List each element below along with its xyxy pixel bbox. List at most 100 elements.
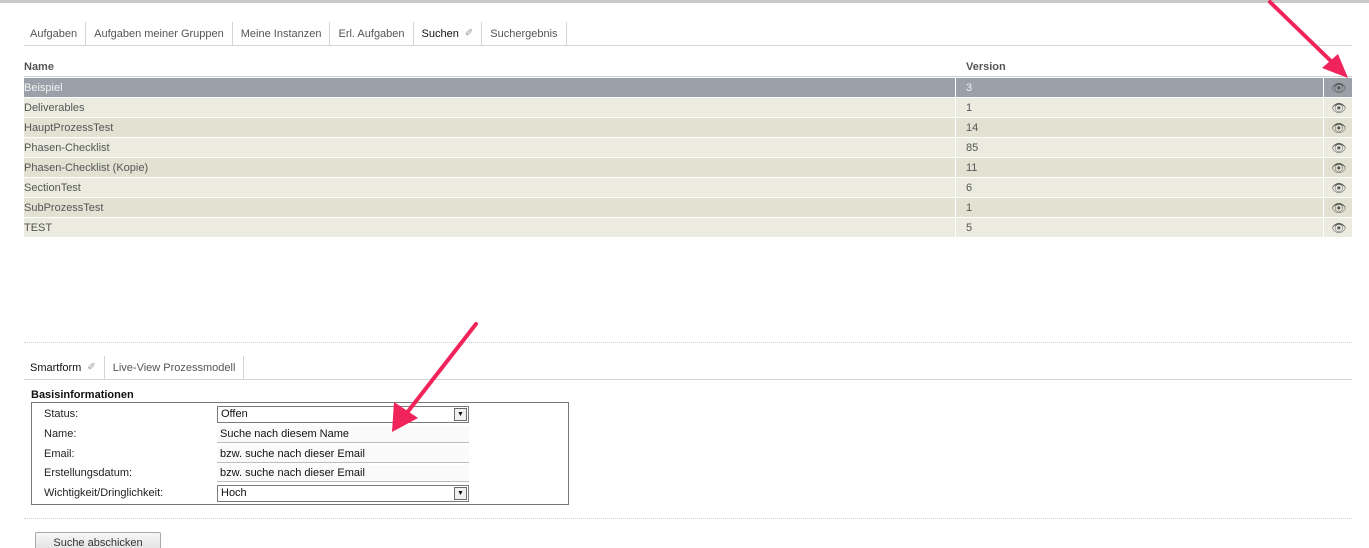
table-body: Beispiel 3 👁 Deliverables 1 👁 HauptProze… xyxy=(24,77,1352,237)
tab-aufgaben-gruppen[interactable]: Aufgaben meiner Gruppen xyxy=(86,22,233,45)
form-row-status: Status: Offen ▼ xyxy=(32,405,568,423)
tab-label: Meine Instanzen xyxy=(240,27,322,40)
cell-name: HauptProzessTest xyxy=(24,118,956,137)
row-name: Phasen-Checklist (Kopie) xyxy=(24,161,149,174)
cell-name: Beispiel xyxy=(24,78,956,97)
table-row[interactable]: SectionTest 6 👁 xyxy=(24,177,1352,197)
tab-meine-instanzen[interactable]: Meine Instanzen xyxy=(233,22,331,45)
top-rule xyxy=(0,0,1369,3)
tab-label: Live-View Prozessmodell xyxy=(112,361,236,374)
tab-erl-aufgaben[interactable]: Erl. Aufgaben xyxy=(330,22,414,45)
binoculars-icon[interactable]: 👁 xyxy=(1331,221,1346,235)
date-value: bzw. suche nach dieser Email xyxy=(220,466,365,479)
cell-action: 👁 xyxy=(1324,158,1352,177)
cell-version: 85 xyxy=(956,138,1324,157)
submit-search-button[interactable]: Suche abschicken xyxy=(35,532,161,548)
email-label: Email: xyxy=(44,448,75,460)
date-input[interactable]: bzw. suche nach dieser Email xyxy=(217,464,469,482)
tab-label: Aufgaben meiner Gruppen xyxy=(94,27,224,40)
pin-icon[interactable]: ✐ xyxy=(87,362,95,373)
binoculars-icon[interactable]: 👁 xyxy=(1331,101,1346,115)
binoculars-icon[interactable]: 👁 xyxy=(1331,161,1346,175)
tab-label: Erl. Aufgaben xyxy=(338,27,405,40)
cell-action: 👁 xyxy=(1324,218,1352,237)
cell-version: 11 xyxy=(956,158,1324,177)
row-name: Beispiel xyxy=(24,81,63,94)
tab-suchen[interactable]: Suchen ✐ xyxy=(413,22,483,45)
cell-action: 👁 xyxy=(1324,198,1352,217)
email-input[interactable]: bzw. suche nach dieser Email xyxy=(217,445,469,463)
cell-name: Phasen-Checklist (Kopie) xyxy=(24,158,956,177)
tab-smartform[interactable]: Smartform ✐ xyxy=(24,356,105,379)
smartform-tab-bar: Smartform ✐ Live-View Prozessmodell xyxy=(24,356,1352,380)
priority-label: Wichtigkeit/Dringlichkeit: xyxy=(44,487,164,499)
binoculars-icon[interactable]: 👁 xyxy=(1331,141,1346,155)
cell-version: 14 xyxy=(956,118,1324,137)
section-divider xyxy=(24,342,1352,343)
table-row[interactable]: HauptProzessTest 14 👁 xyxy=(24,117,1352,137)
priority-value: Hoch xyxy=(221,487,247,499)
status-value: Offen xyxy=(221,408,248,420)
email-value: bzw. suche nach dieser Email xyxy=(220,447,365,460)
row-name: Phasen-Checklist xyxy=(24,141,110,154)
tab-label: Smartform xyxy=(30,361,82,374)
form-row-date: Erstellungsdatum: bzw. suche nach dieser… xyxy=(32,464,568,482)
section-divider xyxy=(24,518,1352,519)
cell-version: 6 xyxy=(956,178,1324,197)
top-tab-bar: Aufgaben Aufgaben meiner Gruppen Meine I… xyxy=(24,22,1352,46)
tab-live-view[interactable]: Live-View Prozessmodell xyxy=(105,356,245,379)
cell-action: 👁 xyxy=(1324,178,1352,197)
cell-action: 👁 xyxy=(1324,138,1352,157)
cell-version: 1 xyxy=(956,198,1324,217)
cell-action: 👁 xyxy=(1324,98,1352,117)
cell-version: 5 xyxy=(956,218,1324,237)
table-row[interactable]: SubProzessTest 1 👁 xyxy=(24,197,1352,217)
name-value: Suche nach diesem Name xyxy=(220,427,350,440)
form-row-email: Email: bzw. suche nach dieser Email xyxy=(32,445,568,463)
table-row[interactable]: Phasen-Checklist (Kopie) 11 👁 xyxy=(24,157,1352,177)
cell-version: 1 xyxy=(956,98,1324,117)
table-row[interactable]: Deliverables 1 👁 xyxy=(24,97,1352,117)
table-header: Name Version xyxy=(24,58,1352,77)
tab-label: Suchergebnis xyxy=(490,27,558,40)
section-title: Basisinformationen xyxy=(31,389,134,401)
chevron-down-icon[interactable]: ▼ xyxy=(454,407,467,421)
binoculars-icon[interactable]: 👁 xyxy=(1331,201,1346,215)
tab-label: Suchen xyxy=(421,27,459,40)
priority-select[interactable]: Hoch ▼ xyxy=(217,484,469,502)
table-row[interactable]: TEST 5 👁 xyxy=(24,217,1352,237)
tab-label: Aufgaben xyxy=(30,27,78,40)
results-table: Name Version Beispiel 3 👁 Deliverables 1… xyxy=(24,58,1352,237)
binoculars-icon[interactable]: 👁 xyxy=(1331,121,1346,135)
cell-name: TEST xyxy=(24,218,956,237)
row-name: Deliverables xyxy=(24,101,85,114)
cell-name: SectionTest xyxy=(24,178,956,197)
binoculars-icon[interactable]: 👁 xyxy=(1331,81,1346,95)
column-header-name[interactable]: Name xyxy=(24,61,956,73)
pin-icon[interactable]: ✐ xyxy=(465,28,473,39)
name-input[interactable]: Suche nach diesem Name xyxy=(217,425,469,443)
cell-name: Phasen-Checklist xyxy=(24,138,956,157)
table-row[interactable]: Beispiel 3 👁 xyxy=(24,77,1352,97)
table-row[interactable]: Phasen-Checklist 85 👁 xyxy=(24,137,1352,157)
status-label: Status: xyxy=(44,408,79,420)
cell-action: 👁 xyxy=(1324,118,1352,137)
tab-aufgaben[interactable]: Aufgaben xyxy=(24,22,87,45)
search-form: Status: Offen ▼ Name: Suche nach diesem … xyxy=(31,402,569,505)
binoculars-icon[interactable]: 👁 xyxy=(1331,181,1346,195)
chevron-down-icon[interactable]: ▼ xyxy=(454,486,467,500)
column-header-version[interactable]: Version xyxy=(956,61,1006,73)
row-name: HauptProzessTest xyxy=(24,121,114,134)
cell-name: Deliverables xyxy=(24,98,956,117)
cell-name: SubProzessTest xyxy=(24,198,956,217)
date-label: Erstellungsdatum: xyxy=(44,467,133,479)
row-name: SectionTest xyxy=(24,181,81,194)
form-row-name: Name: Suche nach diesem Name xyxy=(32,425,568,443)
cell-action: 👁 xyxy=(1324,78,1352,97)
cell-version: 3 xyxy=(956,78,1324,97)
status-select[interactable]: Offen ▼ xyxy=(217,405,469,423)
row-name: TEST xyxy=(24,221,53,234)
form-row-priority: Wichtigkeit/Dringlichkeit: Hoch ▼ xyxy=(32,484,568,502)
tab-suchergebnis[interactable]: Suchergebnis xyxy=(482,22,567,45)
name-label: Name: xyxy=(44,428,77,440)
